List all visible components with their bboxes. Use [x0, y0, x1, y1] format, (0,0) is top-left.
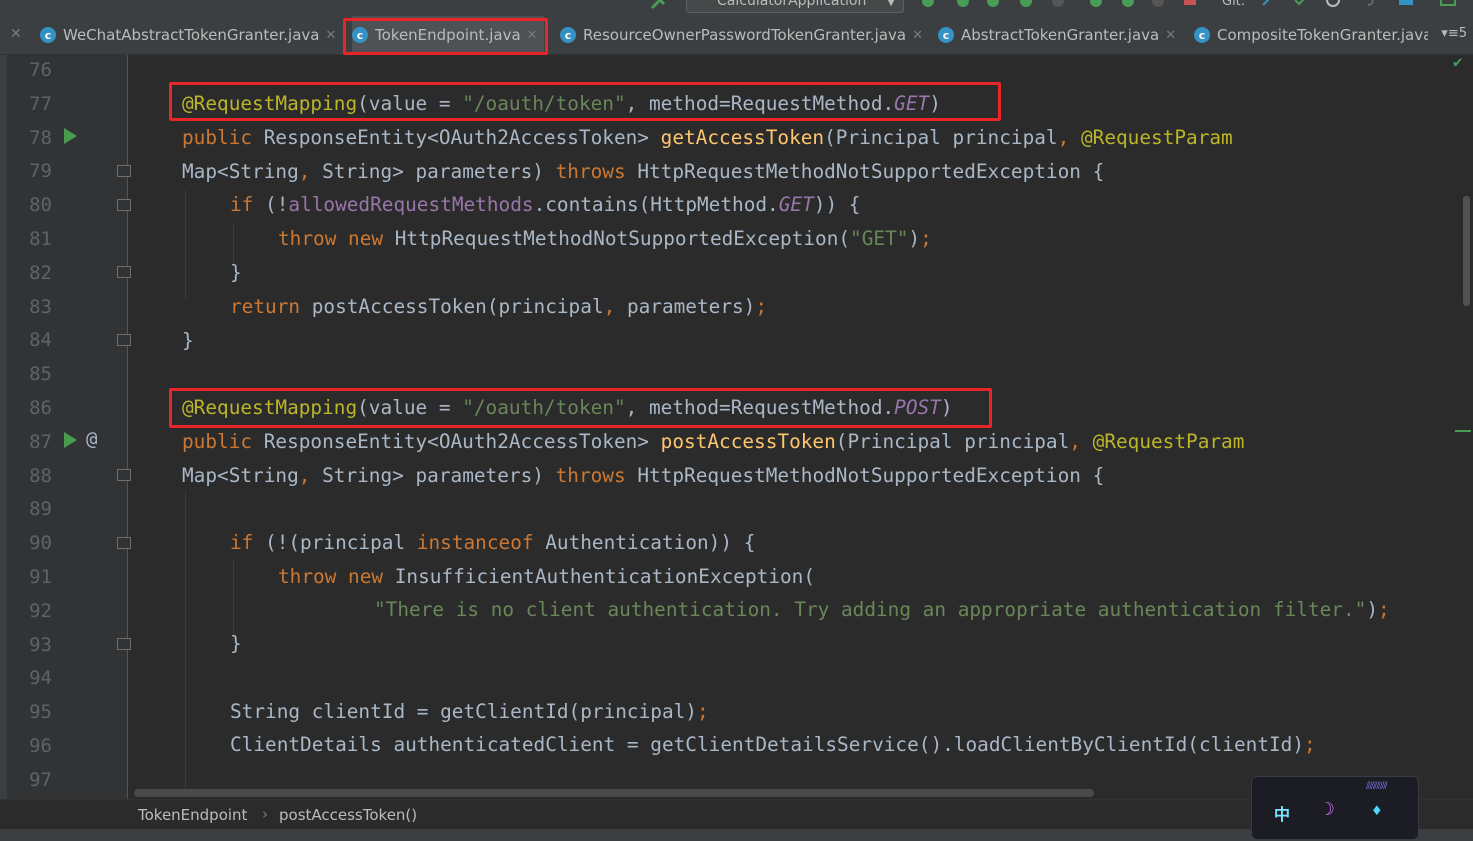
tab-label: AbstractTokenGranter.java: [961, 26, 1160, 44]
run-configuration-select[interactable]: CalculatorApplication ▼: [686, 0, 904, 13]
run-config-label: CalculatorApplication: [717, 0, 867, 9]
moon-icon[interactable]: ☽: [1324, 799, 1335, 820]
code-line-90: if (!(principal instanceof Authenticatio…: [230, 531, 756, 554]
java-class-icon: c: [938, 27, 954, 43]
code-line-93: }: [230, 632, 242, 655]
change-marker: [1455, 430, 1471, 432]
project-structure-icon[interactable]: [1398, 0, 1414, 10]
ime-language-label[interactable]: 中: [1274, 801, 1290, 825]
code-line-83: return postAccessToken(principal, parame…: [230, 295, 768, 318]
rollback-icon[interactable]: [1360, 0, 1376, 10]
close-icon[interactable]: ✕: [1165, 28, 1176, 43]
history-icon[interactable]: [1325, 0, 1341, 10]
highlight-box-active-tab: [343, 18, 548, 55]
tab-wechat-abstract-token-granter[interactable]: c WeChatAbstractTokenGranter.java ✕: [40, 16, 336, 54]
highlight-box-get-mapping: [169, 82, 1001, 121]
horizontal-scrollbar[interactable]: [134, 789, 1094, 797]
jrebel-run-icon[interactable]: [1088, 0, 1104, 10]
tab-composite-token-granter[interactable]: c CompositeTokenGranter.java: [1194, 16, 1428, 54]
close-icon[interactable]: ✕: [325, 28, 336, 43]
code-line-88: Map<String, String> parameters) throws H…: [182, 464, 1105, 487]
code-line-80: if (!allowedRequestMethods.contains(Http…: [230, 193, 861, 216]
jrebel-debug-icon[interactable]: [1120, 0, 1136, 10]
tab-overflow-button[interactable]: ▾≡5: [1441, 26, 1467, 41]
breadcrumb-method[interactable]: postAccessToken(): [279, 806, 417, 824]
close-all-icon[interactable]: ✕: [10, 26, 22, 42]
tab-label: WeChatAbstractTokenGranter.java: [63, 26, 320, 44]
code-line-81: throw new HttpRequestMethodNotSupportedE…: [278, 227, 932, 250]
code-line-91: throw new InsufficientAuthenticationExce…: [278, 565, 816, 588]
code-line-82: }: [230, 261, 242, 284]
vcs-commit-icon[interactable]: [1293, 0, 1309, 10]
highlight-box-post-mapping: [169, 388, 992, 428]
tab-abstract-token-granter[interactable]: c AbstractTokenGranter.java ✕: [938, 16, 1176, 54]
tab-resource-owner-password-token-granter[interactable]: c ResourceOwnerPasswordTokenGranter.java…: [560, 16, 923, 54]
decor-stripes-icon: ⫽⫽⫽⫽⫽⫽: [1366, 781, 1388, 792]
code-line-92: "There is no client authentication. Try …: [374, 598, 1390, 621]
tab-overflow-count: 5: [1458, 26, 1467, 41]
coverage-icon[interactable]: [985, 0, 1001, 10]
code-line-96: ClientDetails authenticatedClient = getC…: [230, 733, 1316, 756]
close-icon[interactable]: ✕: [912, 28, 923, 43]
code-line-84: }: [182, 329, 194, 352]
skin-icon[interactable]: ♦: [1372, 801, 1382, 820]
editor-tab-bar: ✕ c WeChatAbstractTokenGranter.java ✕ c …: [0, 16, 1473, 55]
profile-icon[interactable]: [1018, 0, 1034, 10]
code-line-79: Map<String, String> parameters) throws H…: [182, 160, 1105, 183]
code-line-87: public ResponseEntity<OAuth2AccessToken>…: [182, 430, 1245, 453]
vertical-scrollbar[interactable]: [1463, 196, 1470, 306]
breadcrumb-class[interactable]: TokenEndpoint: [138, 806, 247, 824]
run-icon[interactable]: [920, 0, 936, 10]
git-label: Git:: [1222, 0, 1246, 9]
jrebel-attach-icon[interactable]: [1150, 0, 1166, 10]
code-line-95: String clientId = getClientId(principal)…: [230, 700, 709, 723]
tab-label: CompositeTokenGranter.java: [1217, 26, 1428, 44]
tab-label: ResourceOwnerPasswordTokenGranter.java: [583, 26, 907, 44]
terminal-icon[interactable]: [1440, 0, 1456, 10]
inspection-ok-icon[interactable]: ✔: [1453, 52, 1463, 71]
attach-icon[interactable]: [1050, 0, 1066, 10]
hammer-icon[interactable]: [650, 0, 666, 10]
stop-icon[interactable]: [1182, 0, 1198, 10]
java-class-icon: c: [40, 27, 56, 43]
debug-icon[interactable]: [955, 0, 971, 10]
java-class-icon: c: [560, 27, 576, 43]
java-class-icon: c: [1194, 27, 1210, 43]
code-line-78: public ResponseEntity<OAuth2AccessToken>…: [182, 126, 1233, 149]
ime-widget[interactable]: ⫽⫽⫽⫽⫽⫽ 中 ☽ ♦: [1251, 776, 1419, 840]
main-toolbar: CalculatorApplication ▼ Git:: [0, 0, 1473, 16]
chevron-down-icon: ▼: [887, 0, 895, 8]
vcs-update-icon[interactable]: [1260, 0, 1276, 10]
breadcrumb-separator: ›: [262, 805, 268, 823]
